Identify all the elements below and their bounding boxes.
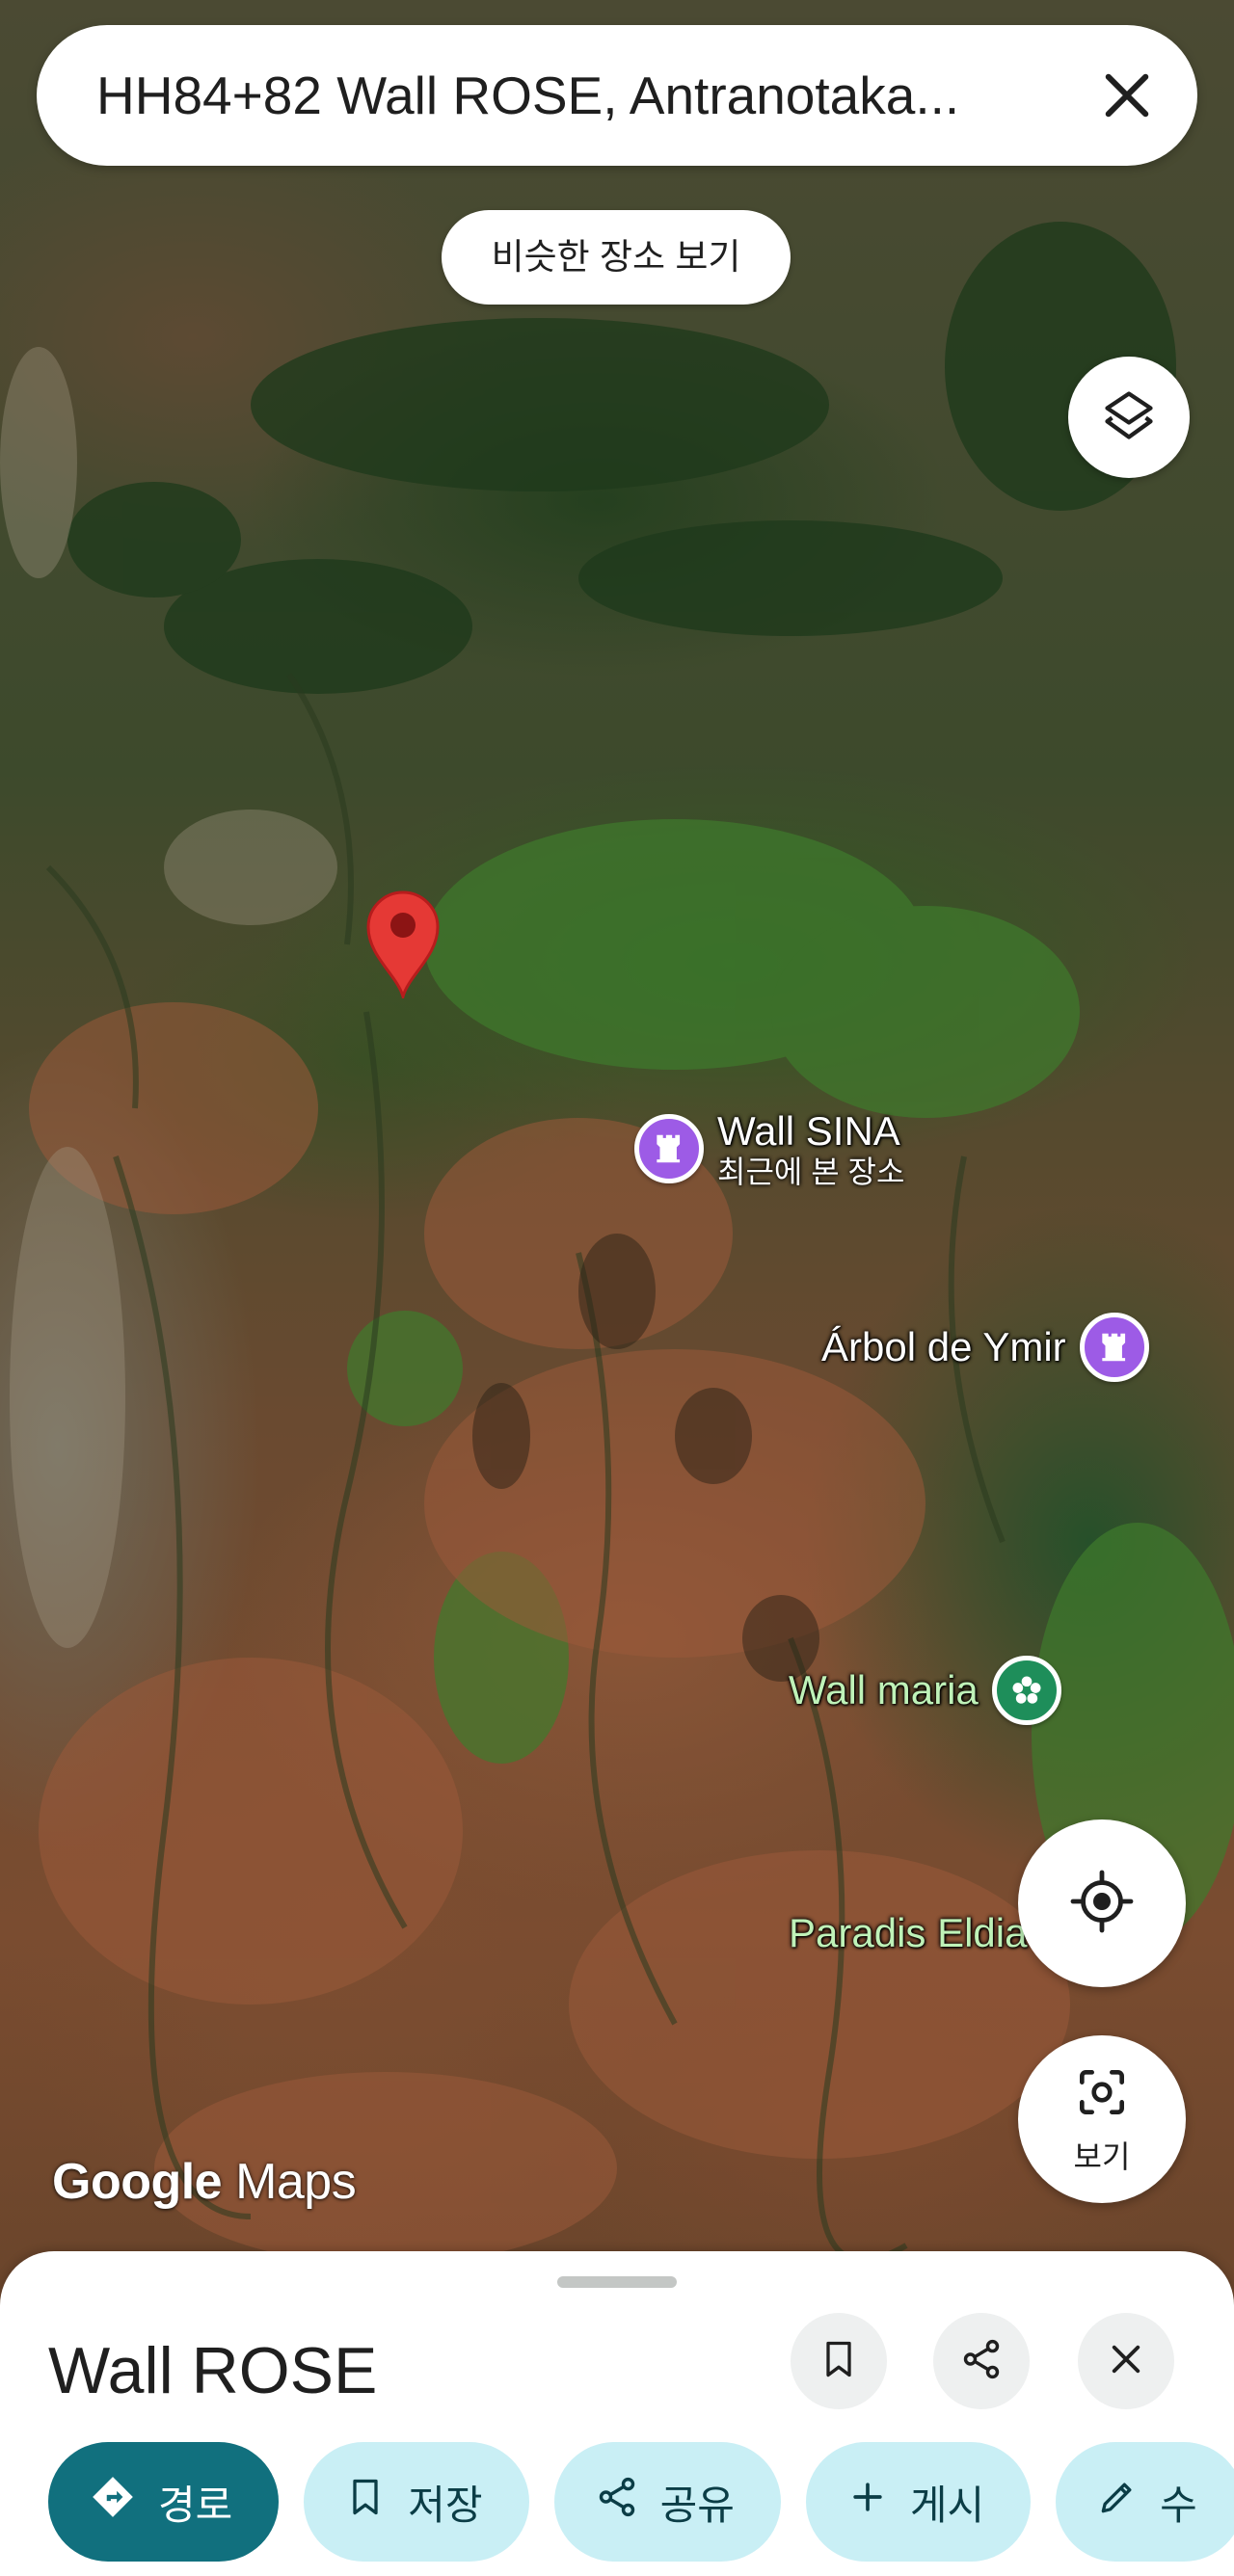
layers-icon — [1100, 386, 1158, 449]
close-icon — [1106, 2339, 1146, 2384]
poi-paradis-eldia[interactable]: Paradis Eldia — [789, 1910, 1027, 1956]
poi-label: Wall maria — [789, 1667, 979, 1713]
close-sheet-button[interactable] — [1078, 2313, 1174, 2409]
directions-button[interactable]: 경로 — [48, 2442, 280, 2562]
edit-button[interactable]: 수 — [1056, 2442, 1234, 2562]
save-label: 저장 — [408, 2482, 483, 2528]
poi-subtitle: 최근에 본 장소 — [717, 1155, 905, 1189]
search-bar[interactable]: HH84+82 Wall ROSE, Antranotaka... — [37, 25, 1197, 166]
google-maps-logo: Google Maps — [52, 2153, 357, 2211]
poi-label: Wall SINA — [717, 1108, 900, 1154]
poi-arbol-de-ymir[interactable]: Árbol de Ymir — [821, 1313, 1149, 1382]
camera-icon — [1072, 2062, 1132, 2127]
pencil-icon — [1096, 2476, 1139, 2528]
lens-label: 보기 — [1073, 2138, 1131, 2174]
place-bottom-sheet[interactable]: Wall ROSE 경로 저장 공유 게시 수 — [0, 2251, 1234, 2576]
poi-wall-maria[interactable]: Wall maria — [789, 1656, 1061, 1725]
crosshair-icon — [1067, 1867, 1137, 1941]
share-icon-button[interactable] — [933, 2313, 1030, 2409]
my-location-button[interactable] — [1018, 1819, 1186, 1987]
poi-label: Paradis Eldia — [789, 1910, 1028, 1955]
poi-label: Árbol de Ymir — [821, 1324, 1066, 1369]
castle-icon — [1079, 1313, 1149, 1382]
location-pin-icon[interactable] — [362, 887, 443, 1002]
layers-button[interactable] — [1068, 357, 1190, 478]
place-title: Wall ROSE — [48, 2334, 378, 2407]
logo-maps: Maps — [235, 2154, 357, 2210]
castle-icon — [634, 1114, 704, 1183]
post-label: 게시 — [909, 2482, 985, 2528]
poi-wall-sina[interactable]: Wall SINA 최근에 본 장소 — [634, 1108, 904, 1189]
bookmark-icon — [344, 2476, 387, 2528]
post-button[interactable]: 게시 — [805, 2442, 1032, 2562]
plus-icon — [846, 2476, 889, 2528]
directions-icon — [89, 2473, 137, 2531]
bookmark-icon — [818, 2338, 860, 2385]
drag-handle[interactable] — [557, 2276, 677, 2288]
save-icon-button[interactable] — [791, 2313, 887, 2409]
share-label: 공유 — [659, 2482, 735, 2528]
share-button[interactable]: 공유 — [553, 2442, 781, 2562]
directions-label: 경로 — [158, 2482, 233, 2528]
close-icon[interactable] — [1095, 64, 1159, 127]
action-chip-row: 경로 저장 공유 게시 수 — [48, 2442, 1234, 2562]
search-query-text[interactable]: HH84+82 Wall ROSE, Antranotaka... — [96, 64, 1070, 127]
save-button[interactable]: 저장 — [304, 2442, 529, 2562]
similar-places-chip[interactable]: 비슷한 장소 보기 — [442, 210, 791, 305]
lens-view-button[interactable]: 보기 — [1018, 2035, 1186, 2203]
share-icon — [959, 2337, 1004, 2386]
logo-google: Google — [52, 2154, 223, 2210]
share-icon — [595, 2475, 639, 2529]
flower-icon — [991, 1656, 1061, 1725]
edit-label: 수 — [1160, 2482, 1197, 2528]
